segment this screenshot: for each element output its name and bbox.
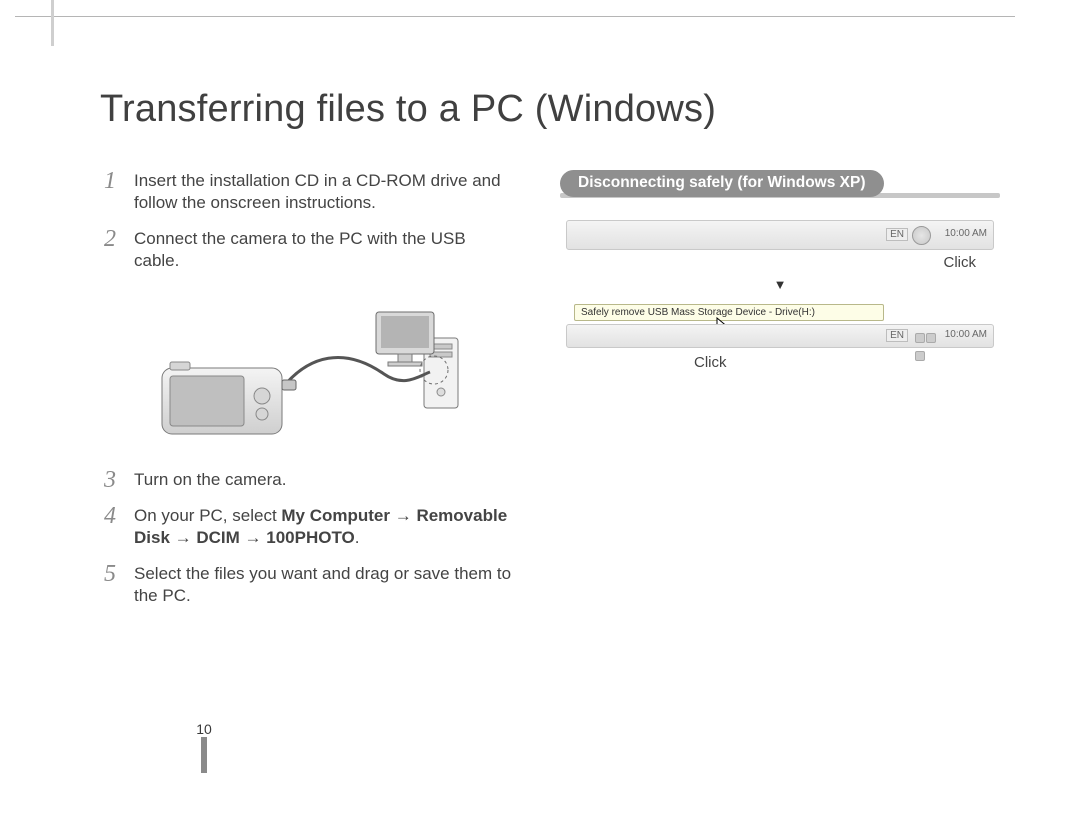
clock-text: 10:00 AM [945,228,987,239]
step4-suffix: . [355,528,360,547]
page-title: Transferring files to a PC (Windows) [100,88,716,131]
language-indicator: EN [886,329,908,342]
step-text: Insert the installation CD in a CD-ROM d… [134,170,514,214]
camera-to-pc-illustration [134,296,474,446]
step-text: Turn on the camera. [134,469,514,491]
step-2: 2 Connect the camera to the PC with the … [104,228,514,272]
clock-text: 10:00 AM [945,329,987,340]
page-number: 10 [192,721,216,737]
right-column: Disconnecting safely (for Windows XP) EN… [560,170,1000,371]
safely-remove-usb-icon [912,226,931,245]
taskbar-1: EN 10:00 AM [566,220,994,250]
tray-icons [915,330,945,342]
step-number: 2 [104,228,134,272]
taskbar-2: EN 10:00 AM [566,324,994,348]
step-text: Connect the camera to the PC with the US… [134,228,514,272]
step-3: 3 Turn on the camera. [104,469,514,491]
page-number-block: 10 [192,725,216,775]
step-text: Select the files you want and drag or sa… [134,563,514,607]
down-arrow-icon: ▼ [560,277,1000,292]
step-number: 3 [104,469,134,491]
step-text: On your PC, select My Computer → Removab… [134,505,514,549]
balloon-row: Safely remove USB Mass Storage Device - … [566,304,994,348]
top-rule [15,16,1015,17]
click-label-2: Click [694,354,1000,371]
step-4: 4 On your PC, select My Computer → Remov… [104,505,514,549]
step4-prefix: On your PC, select [134,506,281,525]
step-1: 1 Insert the installation CD in a CD-ROM… [104,170,514,214]
step-number: 1 [104,170,134,214]
language-indicator: EN [886,228,908,241]
tab-mark [51,0,54,46]
step-number: 5 [104,563,134,607]
step-number: 4 [104,505,134,549]
info-heading: Disconnecting safely (for Windows XP) [560,170,884,197]
step-5: 5 Select the files you want and drag or … [104,563,514,607]
left-column: 1 Insert the installation CD in a CD-ROM… [104,170,514,621]
click-label-1: Click [560,254,976,271]
